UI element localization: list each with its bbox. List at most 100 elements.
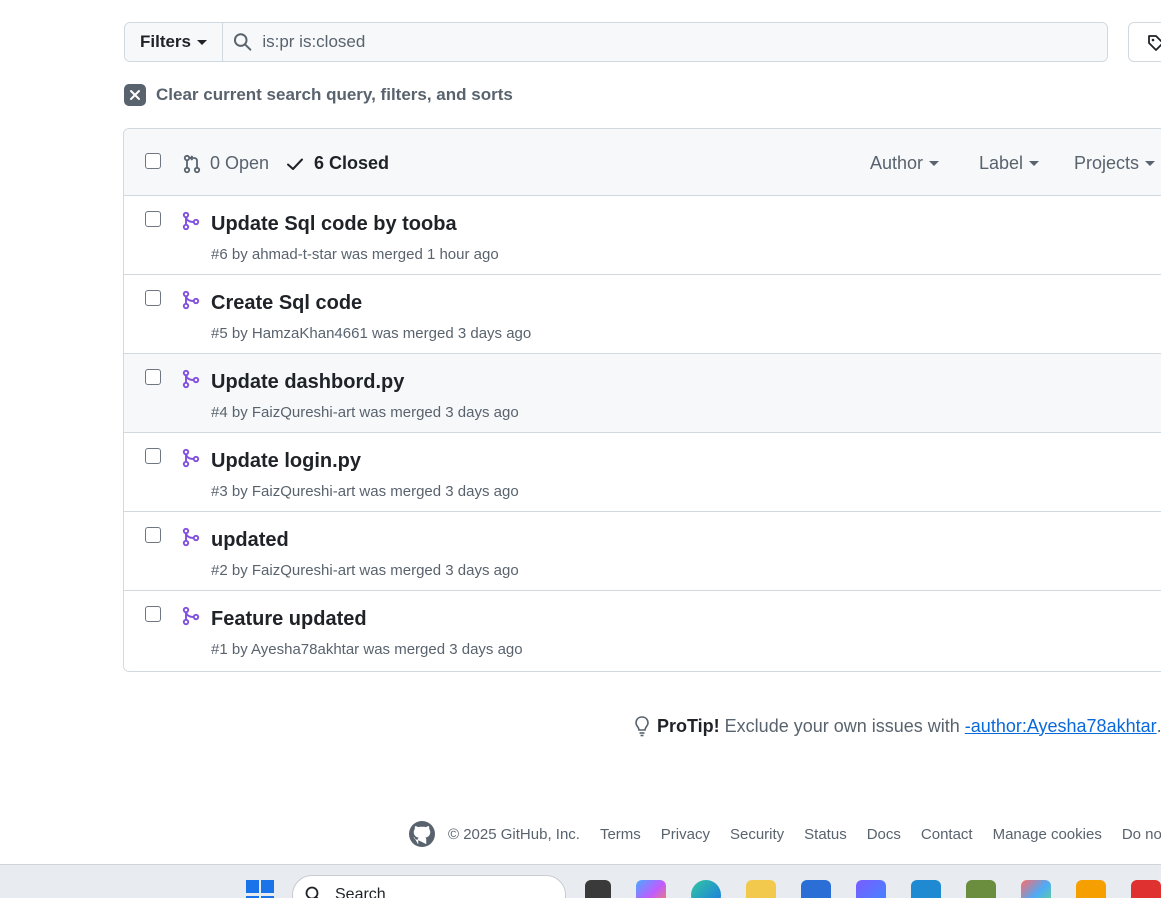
footer-link-do-not-share[interactable]: Do not s	[1122, 826, 1161, 843]
footer-link-security[interactable]: Security	[730, 826, 784, 843]
protip: ProTip! Exclude your own issues with -au…	[633, 715, 1161, 737]
clear-query-button[interactable]: Clear current search query, filters, and…	[124, 84, 513, 106]
merged-icon	[182, 211, 200, 231]
search-box	[223, 23, 1107, 61]
footer-link-privacy[interactable]: Privacy	[661, 826, 710, 843]
merge-status: was merged 1 hour ago	[341, 246, 499, 263]
app-icon[interactable]	[1076, 880, 1106, 898]
pr-number: #4	[211, 404, 228, 421]
labels-button[interactable]	[1128, 22, 1161, 62]
projects-menu-label: Projects	[1074, 153, 1140, 173]
pull-request-meta: #3 by FaizQureshi-art was merged 3 days …	[211, 483, 519, 500]
caret-down-icon	[1145, 161, 1156, 166]
row-checkbox[interactable]	[145, 527, 161, 543]
vscode-icon[interactable]	[911, 880, 941, 898]
row-checkbox[interactable]	[145, 369, 161, 385]
pull-request-rows: Update Sql code by tooba #6 by ahmad-t-s…	[124, 196, 1161, 670]
app-icon[interactable]	[1021, 880, 1051, 898]
merge-status: was merged 3 days ago	[359, 562, 519, 579]
teams-icon[interactable]	[856, 880, 886, 898]
merged-icon	[182, 290, 200, 310]
select-all-checkbox[interactable]	[145, 153, 161, 169]
pr-number: #5	[211, 325, 228, 342]
pr-number: #3	[211, 483, 228, 500]
footer-link-docs[interactable]: Docs	[867, 826, 901, 843]
label-filter-menu[interactable]: Label	[979, 153, 1040, 174]
copyright: © 2025 GitHub, Inc.	[448, 825, 580, 843]
row-checkbox[interactable]	[145, 606, 161, 622]
search-input[interactable]	[262, 32, 1107, 52]
merged-icon	[182, 527, 200, 547]
pull-request-title-link[interactable]: Update Sql code by tooba	[211, 213, 457, 236]
windows-start-icon[interactable]	[246, 880, 276, 898]
author-link[interactable]: FaizQureshi-art	[252, 562, 355, 579]
author-filter-menu[interactable]: Author	[870, 153, 940, 174]
by-text: by	[231, 325, 248, 342]
row-checkbox[interactable]	[145, 290, 161, 306]
task-view-icon[interactable]	[585, 880, 611, 898]
author-link[interactable]: Ayesha78akhtar	[251, 641, 359, 658]
protip-link[interactable]: -author:Ayesha78akhtar	[965, 716, 1157, 737]
app-icon[interactable]	[966, 880, 996, 898]
merged-icon	[182, 369, 200, 389]
author-link[interactable]: HamzaKhan4661	[252, 325, 368, 342]
brave-browser-icon[interactable]	[1131, 880, 1161, 898]
by-text: by	[231, 641, 248, 658]
footer-link-terms[interactable]: Terms	[600, 826, 641, 843]
merged-icon	[182, 448, 200, 468]
copilot-icon[interactable]	[636, 880, 666, 898]
row-checkbox[interactable]	[145, 448, 161, 464]
github-logo-icon[interactable]	[408, 820, 436, 848]
close-icon	[124, 84, 146, 106]
pull-request-row: Update login.py #3 by FaizQureshi-art wa…	[124, 433, 1161, 512]
store-icon[interactable]	[801, 880, 831, 898]
list-header: 0 Open 6 Closed Author Label Projects	[124, 129, 1161, 196]
pull-request-icon	[183, 154, 201, 173]
footer-link-status[interactable]: Status	[804, 826, 847, 843]
author-link[interactable]: FaizQureshi-art	[252, 483, 355, 500]
pull-request-meta: #1 by Ayesha78akhtar was merged 3 days a…	[211, 641, 523, 658]
filters-dropdown-button[interactable]: Filters	[125, 23, 223, 61]
light-bulb-icon	[635, 716, 649, 737]
author-link[interactable]: ahmad-t-star	[252, 246, 337, 263]
caret-down-icon	[197, 39, 208, 45]
open-filter-link[interactable]: 0 Open	[182, 153, 269, 174]
pull-request-row: Create Sql code #5 by HamzaKhan4661 was …	[124, 275, 1161, 354]
pr-number: #6	[211, 246, 228, 263]
pull-request-meta: #2 by FaizQureshi-art was merged 3 days …	[211, 562, 519, 579]
filters-label: Filters	[139, 32, 192, 51]
file-explorer-icon[interactable]	[746, 880, 776, 898]
merge-status: was merged 3 days ago	[371, 325, 532, 342]
merge-status: was merged 3 days ago	[359, 483, 519, 500]
pull-request-list: 0 Open 6 Closed Author Label Projects Up…	[123, 128, 1161, 672]
by-text: by	[231, 246, 248, 263]
pull-request-title-link[interactable]: Update login.py	[211, 450, 361, 473]
taskbar-search-placeholder: Search	[335, 886, 386, 898]
pull-request-title-link[interactable]: Feature updated	[211, 608, 367, 631]
windows-taskbar: Search	[0, 864, 1161, 898]
projects-filter-menu[interactable]: Projects	[1074, 153, 1156, 174]
edge-browser-icon[interactable]	[691, 880, 721, 898]
merged-icon	[182, 606, 200, 626]
footer: © 2025 GitHub, Inc. Terms Privacy Securi…	[408, 820, 1161, 848]
label-menu-label: Label	[979, 153, 1024, 173]
closed-filter-link[interactable]: 6 Closed	[286, 153, 389, 174]
caret-down-icon	[929, 161, 940, 166]
protip-label: ProTip!	[657, 715, 720, 736]
pull-request-row: Update Sql code by tooba #6 by ahmad-t-s…	[124, 196, 1161, 275]
pull-request-title-link[interactable]: Update dashbord.py	[211, 371, 404, 394]
pull-request-row: updated #2 by FaizQureshi-art was merged…	[124, 512, 1161, 591]
merge-status: was merged 3 days ago	[363, 641, 523, 658]
footer-link-manage-cookies[interactable]: Manage cookies	[993, 826, 1102, 843]
protip-text: Exclude your own issues with	[724, 715, 960, 736]
pr-number: #1	[211, 641, 228, 658]
merge-status: was merged 3 days ago	[359, 404, 519, 421]
footer-link-contact[interactable]: Contact	[921, 826, 973, 843]
row-checkbox[interactable]	[145, 211, 161, 227]
pull-request-title-link[interactable]: updated	[211, 529, 289, 552]
taskbar-search-box[interactable]: Search	[292, 875, 566, 898]
author-link[interactable]: FaizQureshi-art	[252, 404, 355, 421]
pull-request-title-link[interactable]: Create Sql code	[211, 292, 362, 315]
pr-number: #2	[211, 562, 228, 579]
closed-count-label: 6 Closed	[314, 153, 390, 173]
